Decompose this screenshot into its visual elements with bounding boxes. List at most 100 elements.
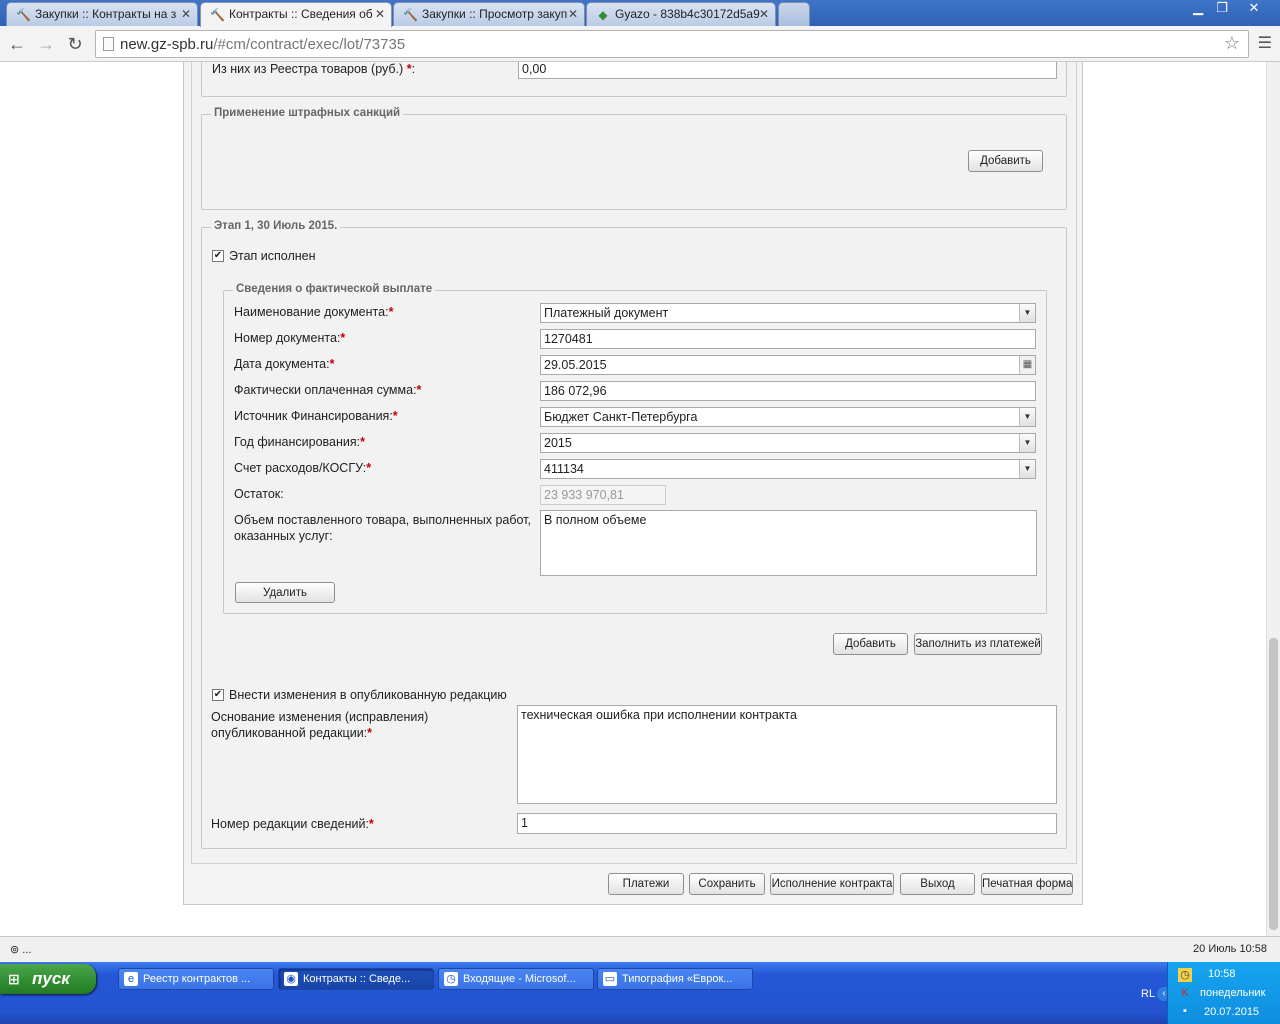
paid-sum-input[interactable]: 186 072,96 (540, 381, 1036, 401)
expense-account-label: Счет расходов/КОСГУ:* (234, 461, 372, 475)
new-tab-button[interactable] (778, 2, 810, 26)
payments-button[interactable]: Платежи (608, 873, 684, 895)
stage-done-label: Этап исполнен (229, 249, 316, 263)
browser-tab-contract-details[interactable]: 🔨 Контракты :: Сведения об ✕ (200, 2, 392, 27)
save-button[interactable]: Сохранить (689, 873, 765, 895)
tray-date: 20.07.2015 (1204, 1006, 1260, 1018)
page-viewport: Из них из Реестра товаров (руб.) *: 0,00… (0, 62, 1266, 936)
browser-tab-strip: 🔨 Закупки :: Контракты на з ✕ 🔨 Контракт… (0, 0, 1280, 27)
stage-done-checkbox[interactable]: ✔ (212, 250, 224, 262)
chevron-down-icon[interactable]: ▼ (1019, 304, 1035, 322)
status-left: ⊚ ... (10, 944, 32, 956)
goods-registry-section: Из них из Реестра товаров (руб.) *: 0,00 (201, 62, 1067, 97)
revision-number-label: Номер редакции сведений:* (211, 817, 374, 831)
network-icon[interactable]: ▪ (1178, 1004, 1192, 1018)
bookmark-star-icon[interactable]: ☆ (1224, 33, 1240, 54)
funding-source-label: Источник Финансирования:* (234, 409, 398, 423)
hammer-icon: 🔨 (403, 8, 418, 22)
minimize-icon[interactable]: ▁ (1186, 0, 1210, 18)
taskbar-item-folder[interactable]: ▭ Типография «Еврок... (597, 968, 753, 990)
language-indicator[interactable]: RL (1141, 988, 1155, 1000)
revision-number-input[interactable]: 1 (517, 813, 1057, 834)
browser-tab-contracts[interactable]: 🔨 Закупки :: Контракты на з ✕ (6, 2, 198, 26)
calendar-icon[interactable]: ▦ (1019, 356, 1035, 374)
start-button[interactable]: ⊞ пуск (0, 964, 96, 994)
url-text: new.gz-spb.ru/#cm/contract/exec/lot/7373… (120, 36, 406, 53)
doc-name-select[interactable]: Платежный документ ▼ (540, 303, 1036, 323)
reg-goods-input[interactable]: 0,00 (518, 62, 1057, 79)
status-bar: ⊚ ... 20 Июль 10:58 (0, 936, 1280, 962)
fill-from-payments-button[interactable]: Заполнить из платежей (914, 633, 1042, 655)
tray-time: 10:58 (1208, 968, 1236, 980)
browser-toolbar: ← → ↻ new.gz-spb.ru/#cm/contract/exec/lo… (0, 26, 1280, 62)
penalties-legend: Применение штрафных санкций (211, 107, 404, 119)
doc-date-label: Дата документа:* (234, 357, 335, 371)
scrollbar-thumb[interactable] (1269, 638, 1278, 930)
print-form-button[interactable]: Печатная форма (981, 873, 1073, 895)
paid-sum-label: Фактически оплаченная сумма:* (234, 383, 422, 397)
taskbar-item-registry[interactable]: e Реестр контрактов ... (118, 968, 274, 990)
close-icon[interactable]: ✕ (375, 3, 385, 25)
page-icon (103, 37, 114, 51)
doc-date-input[interactable]: 29.05.2015 ▦ (540, 355, 1036, 375)
change-reason-textarea[interactable]: техническая ошибка при исполнении контра… (517, 705, 1057, 804)
browser-tab-gyazo[interactable]: ◆ Gyazo - 838b4c30172d5a9 ✕ (586, 2, 776, 26)
reload-icon[interactable]: ↻ (63, 32, 87, 56)
change-reason-label-line2: опубликованной редакции:* (211, 726, 373, 740)
tab-title: Gyazo - 838b4c30172d5a9 (615, 7, 760, 21)
close-icon[interactable]: ✕ (181, 3, 191, 25)
stage-legend: Этап 1, 30 Июль 2015. (211, 220, 341, 232)
exit-button[interactable]: Выход (900, 873, 975, 895)
clock-app-icon[interactable]: ◷ (1178, 968, 1192, 982)
remainder-input: 23 933 970,81 (540, 485, 666, 505)
doc-name-label: Наименование документа:* (234, 305, 394, 319)
windows-flag-icon: ⊞ (8, 971, 20, 987)
contract-execution-button[interactable]: Исполнение контракта (770, 873, 894, 895)
taskbar-item-contracts[interactable]: ◉ Контракты :: Сведе... (278, 968, 434, 990)
publish-changes-checkbox[interactable]: ✔ (212, 689, 224, 701)
form-inner: Из них из Реестра товаров (руб.) *: 0,00… (191, 62, 1077, 864)
tab-title: Закупки :: Просмотр закуп (422, 7, 568, 21)
tab-title: Контракты :: Сведения об (229, 7, 373, 21)
restore-icon[interactable]: ❐ (1210, 0, 1234, 18)
outlook-icon: ◷ (444, 972, 458, 986)
chevron-down-icon[interactable]: ▼ (1019, 460, 1035, 478)
volume-label-line2: оказанных услуг: (234, 529, 333, 543)
payment-legend: Сведения о фактической выплате (233, 283, 436, 295)
doc-number-input[interactable]: 1270481 (540, 329, 1036, 349)
browser-tab-purchase-view[interactable]: 🔨 Закупки :: Просмотр закуп ✕ (393, 2, 585, 26)
antivirus-icon[interactable]: K (1178, 986, 1192, 1000)
tab-title: Закупки :: Контракты на з (35, 7, 177, 21)
close-icon[interactable]: ✕ (568, 3, 578, 25)
add-penalty-button[interactable]: Добавить (968, 150, 1043, 172)
add-payment-button[interactable]: Добавить (833, 633, 908, 655)
gyazo-icon: ◆ (598, 8, 608, 22)
hammer-icon: 🔨 (16, 8, 31, 22)
expense-account-select[interactable]: 411134 ▼ (540, 459, 1036, 479)
tray-weekday: понедельник (1200, 987, 1266, 999)
volume-textarea[interactable]: В полном объеме (540, 510, 1037, 576)
stage-section: Этап 1, 30 Июль 2015. ✔ Этап исполнен Св… (201, 220, 1067, 849)
funding-year-select[interactable]: 2015 ▼ (540, 433, 1036, 453)
funding-source-select[interactable]: Бюджет Санкт-Петербурга ▼ (540, 407, 1036, 427)
close-window-icon[interactable]: ✕ (1242, 0, 1266, 18)
menu-icon[interactable]: ☰ (1258, 33, 1272, 53)
hammer-icon: 🔨 (210, 8, 225, 22)
chevron-down-icon[interactable]: ▼ (1019, 408, 1035, 426)
page-scrollbar[interactable] (1266, 62, 1280, 936)
loading-icon: ⊚ (10, 944, 20, 956)
delete-payment-button[interactable]: Удалить (235, 582, 335, 603)
penalties-section: Применение штрафных санкций Добавить (201, 107, 1067, 210)
ie-icon: e (124, 972, 138, 986)
folder-icon: ▭ (603, 972, 617, 986)
address-bar[interactable]: new.gz-spb.ru/#cm/contract/exec/lot/7373… (95, 30, 1249, 58)
chevron-down-icon[interactable]: ▼ (1019, 434, 1035, 452)
close-icon[interactable]: ✕ (759, 3, 769, 25)
status-datetime: 20 Июль 10:58 (1193, 943, 1267, 955)
back-icon[interactable]: ← (5, 32, 29, 56)
volume-label-line1: Объем поставленного товара, выполненных … (234, 513, 531, 527)
payment-section: Сведения о фактической выплате Наименова… (223, 283, 1047, 614)
taskbar-item-outlook[interactable]: ◷ Входящие - Microsof... (438, 968, 594, 990)
forward-icon[interactable]: → (34, 32, 58, 56)
chrome-icon: ◉ (284, 972, 298, 986)
